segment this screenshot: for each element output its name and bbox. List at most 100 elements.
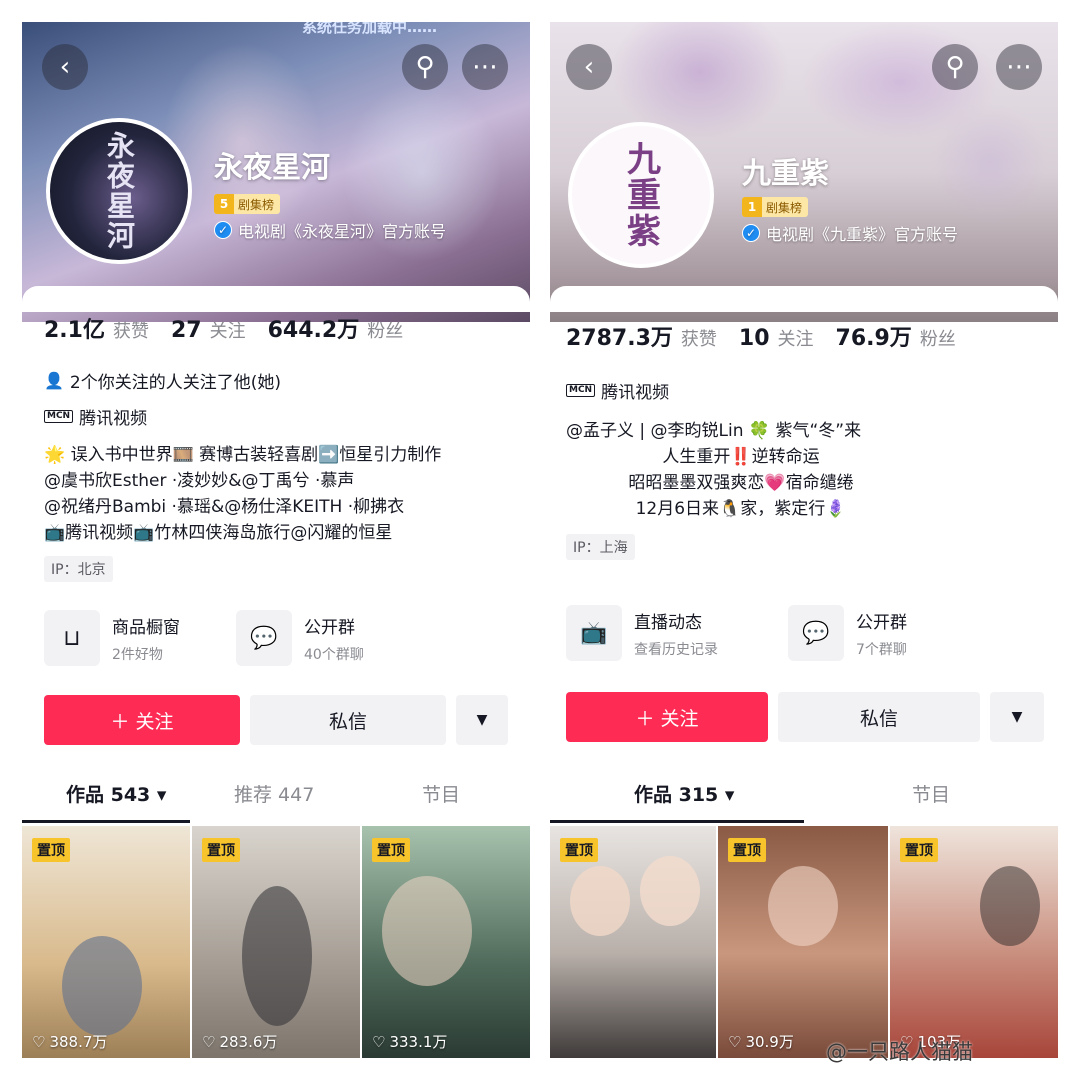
tab-recommend[interactable]: 推荐 447 xyxy=(234,780,314,807)
likes-count[interactable]: 2.1亿 xyxy=(44,312,105,344)
followers-label: 粉丝 xyxy=(367,321,404,342)
likes-value: 30.9万 xyxy=(745,1033,794,1051)
likes-value: 333.1万 xyxy=(389,1033,448,1051)
tab-programs[interactable]: 节目 xyxy=(912,780,950,807)
pinned-badge: 置顶 xyxy=(560,838,598,862)
search-button[interactable]: ⚲ xyxy=(402,44,448,90)
tab-works[interactable]: 作品 543 ▾ xyxy=(66,780,166,807)
following-count[interactable]: 10 xyxy=(739,326,770,351)
avatar[interactable]: 九重紫 xyxy=(568,122,714,268)
pinned-badge: 置顶 xyxy=(32,838,70,862)
heart-icon: ♡ xyxy=(32,1032,46,1051)
sheet-top xyxy=(550,286,1058,312)
tab-programs[interactable]: 节目 xyxy=(422,780,460,807)
followers-count[interactable]: 76.9万 xyxy=(836,320,912,352)
shop-window[interactable]: ⊔ 商品橱窗 2件好物 xyxy=(44,610,180,666)
followers-count[interactable]: 644.2万 xyxy=(268,312,360,344)
avatar[interactable]: 永夜星河 xyxy=(46,118,192,264)
person-icon: 👤 xyxy=(44,371,64,390)
rank-label: 剧集榜 xyxy=(766,200,803,215)
video-thumbnail[interactable]: 置顶 ♡ 333.1万 xyxy=(362,826,530,1058)
video-thumbnail[interactable]: 置顶 ♡ 283.6万 xyxy=(192,826,360,1058)
chat-icon: 💬 xyxy=(788,605,844,661)
followers-label: 粉丝 xyxy=(919,329,956,350)
video-thumbnail[interactable]: 置顶 ♡ 388.7万 xyxy=(22,826,190,1058)
public-group[interactable]: 💬 公开群 40个群聊 xyxy=(236,610,364,666)
service-sub: 40个群聊 xyxy=(304,646,364,663)
tab-indicator xyxy=(550,820,804,823)
verified-icon: ✓ xyxy=(214,221,232,239)
likes-value: 388.7万 xyxy=(49,1033,108,1051)
video-grid: 置顶 ♡ 388.7万 置顶 ♡ 283.6万 置顶 ♡ 333.1万 xyxy=(22,826,530,1058)
mutual-follow[interactable]: 👤 2个你关注的人关注了他(她) xyxy=(44,368,281,393)
rank-badge[interactable]: 5 剧集榜 xyxy=(214,194,281,214)
likes-label: 获赞 xyxy=(680,329,717,350)
following-label: 关注 xyxy=(777,329,814,350)
video-thumbnail[interactable]: 置顶 xyxy=(550,826,716,1058)
message-button[interactable]: 私信 xyxy=(778,692,980,742)
banner-caption: 系统任务加载中…… xyxy=(302,22,438,36)
service-sub: 2件好物 xyxy=(112,646,163,663)
mcn-org: 腾讯视频 xyxy=(79,409,148,429)
verification-text: 电视剧《九重紫》官方账号 xyxy=(766,225,959,244)
bio-line[interactable]: @孟子义 | @李昀锐Lin 🍀 紫气“冬”来 xyxy=(566,421,861,441)
rank-badge[interactable]: 1 剧集榜 xyxy=(742,197,809,217)
mcn-icon: MCN xyxy=(44,410,74,423)
mcn-line[interactable]: MCN 腾讯视频 xyxy=(566,378,669,403)
bio-line: 📺腾讯视频📺竹林四侠海岛旅行@闪耀的恒星 xyxy=(44,523,393,543)
bio: @孟子义 | @李昀锐Lin 🍀 紫气“冬”来 人生重开‼️逆转命运 昭昭墨墨双… xyxy=(566,418,916,522)
profile-name: 九重紫 xyxy=(742,156,830,190)
content-tabs: 作品 543 ▾ 推荐 447 节目 xyxy=(22,780,530,824)
bio-line: @祝绪丹Bambi ·慕瑶&@杨仕泽KEITH ·柳拂衣 xyxy=(44,497,405,517)
video-grid: 置顶 置顶 ♡ 30.9万 置顶 ♡ 103万 xyxy=(550,826,1058,1058)
search-button[interactable]: ⚲ xyxy=(932,44,978,90)
back-icon: ‹ xyxy=(583,52,595,82)
video-thumbnail[interactable]: 置顶 ♡ 30.9万 xyxy=(718,826,888,1058)
verification-line: ✓ 电视剧《九重紫》官方账号 xyxy=(742,221,958,245)
stats-row: 2.1亿 获赞 27 关注 644.2万 粉丝 xyxy=(44,312,425,344)
pinned-badge: 置顶 xyxy=(728,838,766,862)
video-likes: ♡ 30.9万 xyxy=(728,1031,794,1052)
heart-icon: ♡ xyxy=(372,1032,386,1051)
video-likes: ♡ 283.6万 xyxy=(202,1031,277,1052)
sheet-top xyxy=(22,286,530,312)
profile-panel-left: 系统任务加载中…… ‹ ⚲ ⋯ 永夜星河 永夜星河 5 剧集榜 ✓ 电视剧《永夜… xyxy=(22,22,530,1058)
profile-panel-right: ‹ ⚲ ⋯ 九重紫 九重紫 1 剧集榜 ✓ 电视剧《九重紫》官方账号 2787.… xyxy=(550,22,1058,1058)
bio-line: @虞书欣Esther ·凌妙妙&@丁禹兮 ·慕声 xyxy=(44,471,355,491)
dropdown-button[interactable]: ▼ xyxy=(456,695,508,745)
back-icon: ‹ xyxy=(59,52,71,82)
likes-count[interactable]: 2787.3万 xyxy=(566,320,673,352)
mcn-icon: MCN xyxy=(566,384,596,397)
video-thumbnail[interactable]: 置顶 ♡ 103万 xyxy=(890,826,1058,1058)
service-title: 公开群 xyxy=(856,612,907,633)
chat-icon: 💬 xyxy=(236,610,292,666)
dropdown-button[interactable]: ▼ xyxy=(990,692,1044,742)
bio-line: 人生重开‼️逆转命运 xyxy=(662,447,820,467)
message-button[interactable]: 私信 xyxy=(250,695,446,745)
verification-text: 电视剧《永夜星河》官方账号 xyxy=(238,222,447,241)
public-group[interactable]: 💬 公开群 7个群聊 xyxy=(788,605,907,661)
back-button[interactable]: ‹ xyxy=(42,44,88,90)
ip-location: IP：上海 xyxy=(566,534,635,560)
service-title: 商品橱窗 xyxy=(112,617,180,638)
follow-button[interactable]: ＋ 关注 xyxy=(566,692,768,742)
following-count[interactable]: 27 xyxy=(171,318,202,343)
search-icon: ⚲ xyxy=(415,52,435,82)
pinned-badge: 置顶 xyxy=(372,838,410,862)
live-history[interactable]: 📺 直播动态 查看历史记录 xyxy=(566,605,718,661)
mcn-line[interactable]: MCN 腾讯视频 xyxy=(44,404,147,429)
following-label: 关注 xyxy=(209,321,246,342)
back-button[interactable]: ‹ xyxy=(566,44,612,90)
likes-value: 283.6万 xyxy=(219,1033,278,1051)
verification-line: ✓ 电视剧《永夜星河》官方账号 xyxy=(214,218,446,242)
more-options-button[interactable]: ⋯ xyxy=(996,44,1042,90)
video-likes: ♡ 388.7万 xyxy=(32,1031,107,1052)
ip-location: IP：北京 xyxy=(44,556,113,582)
content-tabs: 作品 315 ▾ 节目 xyxy=(550,780,1058,824)
tab-works[interactable]: 作品 315 ▾ xyxy=(634,780,734,807)
service-sub: 查看历史记录 xyxy=(634,641,718,658)
bag-icon: ⊔ xyxy=(44,610,100,666)
follow-button[interactable]: ＋ 关注 xyxy=(44,695,240,745)
more-options-button[interactable]: ⋯ xyxy=(462,44,508,90)
rank-number: 1 xyxy=(742,197,762,217)
